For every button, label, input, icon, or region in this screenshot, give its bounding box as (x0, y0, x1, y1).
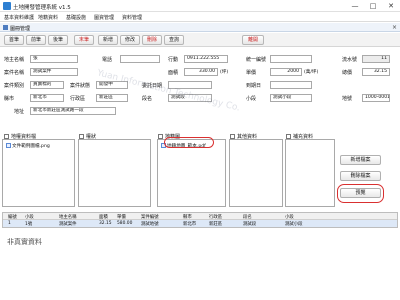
window-title: 土地開發管理系統 v1.5 (13, 5, 71, 11)
menu-basic-data[interactable]: 基本資料維護 (4, 14, 34, 21)
table-cell: 1號 (25, 222, 33, 227)
subwindow-close-icon[interactable]: × (392, 24, 397, 31)
menu-map-management[interactable]: 圖資管理 (94, 14, 114, 21)
serial-no-label: 流水號 (342, 57, 358, 63)
table-cell: 新莊區 (209, 222, 223, 227)
lot-no-field[interactable]: 1000-0001 (362, 94, 390, 102)
title-bar: 土地開發管理系統 v1.5 — □ ✕ (0, 0, 400, 12)
table-cell: 新北市 (183, 222, 197, 227)
case-status-select[interactable]: 開發中 (96, 81, 128, 89)
document-icon (3, 25, 8, 30)
disclaimer-text: 非真實資料 (7, 238, 42, 246)
subwindow-titlebar: 圖冊管理 × (0, 23, 400, 32)
close-icon[interactable]: ✕ (382, 0, 400, 12)
case-name-field[interactable]: 測試案件 (30, 68, 78, 76)
area-unit: (坪) (220, 70, 229, 75)
total-price-field[interactable]: 32.15 (362, 68, 390, 76)
table-cell: 測試案件 (59, 222, 77, 227)
last-record-button[interactable]: 末筆 (74, 35, 94, 45)
area-label: 面積 (168, 70, 179, 76)
case-type-select[interactable]: 買賣標的 (30, 81, 64, 89)
section-field[interactable]: 測試段 (168, 94, 212, 102)
case-status-label: 案件狀態 (70, 83, 91, 89)
unit-price-field[interactable]: 2000 (270, 68, 302, 76)
delete-file-button[interactable]: 刪除檔案 (340, 171, 381, 181)
expire-date-label: 到期日 (246, 83, 262, 89)
serial-no-field: 11 (362, 55, 390, 63)
mobile-field[interactable]: 0911.222.555 (184, 55, 228, 63)
app-icon (3, 2, 11, 10)
menu-data-management[interactable]: 資料管理 (122, 14, 142, 21)
tax-id-label: 統一編號 (246, 57, 267, 63)
first-record-button[interactable]: 首筆 (4, 35, 24, 45)
subwindow-title: 圖冊管理 (10, 26, 31, 32)
maximize-icon[interactable]: □ (364, 0, 382, 12)
query-button[interactable]: 查詢 (164, 35, 184, 45)
grid-header: 編號 小段 地主名稱 面積 單價 案件編號 縣市 行政區 段名 小段 (3, 213, 397, 220)
phone-label: 電話 (102, 57, 113, 63)
rights-panel[interactable] (78, 139, 151, 207)
menu-land-records[interactable]: 地籍資料 (38, 14, 58, 21)
case-name-label: 案件名稱 (4, 70, 25, 76)
exit-button[interactable]: 離開 (242, 35, 264, 45)
menu-bar: 基本資料維護 地籍資料 基礎設施 圖資管理 資料管理 (0, 12, 400, 22)
records-grid[interactable]: 編號 小段 地主名稱 面積 單價 案件編號 縣市 行政區 段名 小段 1 1號 … (2, 212, 398, 228)
table-cell: 580.00 (117, 221, 133, 226)
land-owner-label: 地主名稱 (4, 57, 25, 63)
subsection-field[interactable]: 測試小段 (270, 94, 312, 102)
county-label: 縣市 (4, 96, 15, 102)
mobile-label: 行動 (168, 57, 179, 63)
edit-button[interactable]: 修改 (120, 35, 140, 45)
unit-price-label: 單價 (246, 70, 257, 76)
case-type-label: 案件類別 (4, 83, 25, 89)
minimize-icon[interactable]: — (346, 0, 364, 12)
attachments-panel[interactable]: 文件範例圖檔.png (2, 139, 75, 207)
add-button[interactable]: 新增 (98, 35, 118, 45)
address-field[interactable]: 新北市新莊區測試路一段 (30, 107, 116, 115)
attachment-file-item[interactable]: 文件範例圖檔.png (6, 143, 50, 149)
subsection-label: 小段 (246, 96, 257, 102)
county-select[interactable]: 新北市 (30, 94, 64, 102)
price-unit: (萬/坪) (304, 70, 319, 75)
table-cell: 測試地號 (141, 222, 159, 227)
menu-infrastructure[interactable]: 基礎設施 (66, 14, 86, 21)
expire-date-field[interactable] (270, 81, 312, 89)
preview-highlight-ring (337, 184, 384, 203)
table-cell: 1 (8, 221, 11, 226)
phone-field[interactable] (120, 55, 160, 63)
prev-record-button[interactable]: 前筆 (26, 35, 46, 45)
file-icon (6, 143, 11, 148)
add-file-button[interactable]: 新增檔案 (340, 155, 381, 165)
district-label: 行政區 (70, 96, 86, 102)
table-cell: 32.15 (99, 221, 112, 226)
commission-date-label: 委託日期 (142, 83, 163, 89)
tax-id-field[interactable] (270, 55, 312, 63)
supplement-panel[interactable] (285, 139, 335, 207)
total-price-label: 總價 (342, 70, 353, 76)
table-cell: 測試小段 (285, 222, 303, 227)
section-label: 段名 (142, 96, 153, 102)
land-owner-field[interactable]: 張 (30, 55, 78, 63)
area-field[interactable]: 330.00 (184, 68, 218, 76)
address-label: 地址 (14, 109, 25, 115)
file-highlight-ring (164, 137, 214, 148)
district-select[interactable]: 新莊區 (96, 94, 128, 102)
next-record-button[interactable]: 後筆 (48, 35, 68, 45)
lot-no-label: 地號 (342, 96, 353, 102)
table-cell: 測試段 (243, 222, 257, 227)
land-map-panel[interactable]: 地籍地圖_範本.pdf (157, 139, 226, 207)
table-row[interactable]: 1 1號 測試案件 32.15 580.00 測試地號 新北市 新莊區 測試段 … (3, 220, 397, 227)
commission-date-field[interactable] (168, 81, 212, 89)
delete-button[interactable]: 刪除 (142, 35, 162, 45)
other-panel[interactable] (229, 139, 283, 207)
toolbar: 首筆 前筆 後筆 末筆 新增 修改 刪除 查詢 離開 (0, 33, 400, 47)
